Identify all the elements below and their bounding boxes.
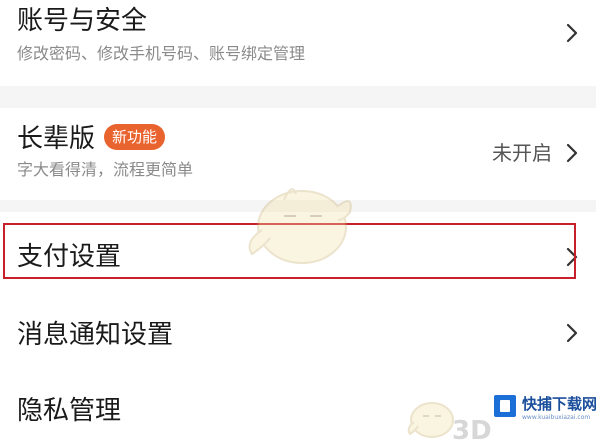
- watermark-3d-text: 3D: [452, 416, 492, 446]
- settings-item-title: 支付设置: [17, 242, 122, 272]
- chevron-right-icon: [562, 246, 582, 268]
- watermark-brand: 快捕下载网: [522, 395, 596, 413]
- site-logo-icon: [494, 395, 516, 417]
- settings-item-subtitle: 修改密码、修改手机号码、账号绑定管理: [17, 44, 306, 63]
- settings-item-account-security[interactable]: 账号与安全 修改密码、修改手机号码、账号绑定管理: [0, 0, 596, 86]
- chevron-right-icon: [562, 142, 582, 164]
- elder-mode-status: 未开启: [492, 141, 552, 165]
- watermark-url: www.kuaibuxiazai.com: [522, 414, 591, 421]
- settings-item-title: 隐私管理: [17, 396, 122, 426]
- new-feature-badge: 新功能: [104, 124, 166, 150]
- mascot-small-watermark-icon: [407, 402, 454, 438]
- settings-item-subtitle: 字大看得清，流程更简单: [17, 160, 194, 179]
- chevron-right-icon: [562, 322, 582, 344]
- chevron-right-icon: [562, 22, 582, 44]
- settings-item-notifications[interactable]: 消息通知设置: [0, 290, 596, 372]
- settings-item-title: 账号与安全: [17, 6, 148, 36]
- mascot-watermark-icon: [248, 188, 352, 264]
- settings-item-title: 长辈版: [17, 124, 96, 154]
- settings-item-title: 消息通知设置: [17, 320, 174, 350]
